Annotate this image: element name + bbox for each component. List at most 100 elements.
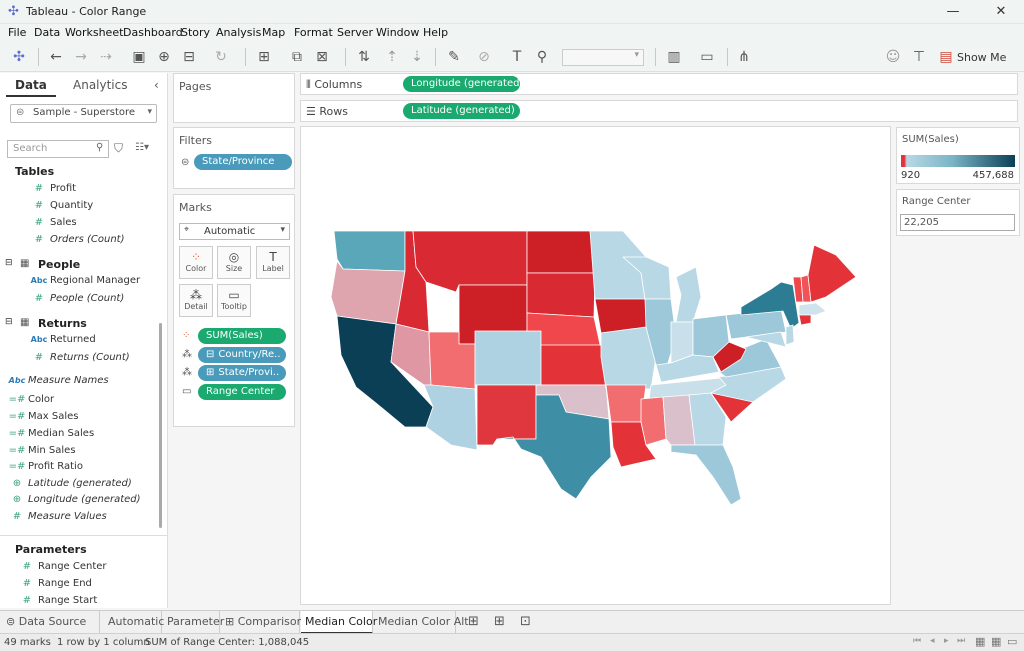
columns-shelf[interactable]: ⦀ Columns Longitude (generated) (300, 73, 1018, 95)
tab-median-color[interactable]: Median Color (301, 611, 377, 634)
share-icon[interactable]: ⋔ (735, 48, 753, 66)
param-range-center[interactable]: # Range Center (16, 561, 107, 572)
param-range-end[interactable]: # Range End (16, 578, 92, 589)
filter-pill-state[interactable]: State/Province (194, 154, 292, 170)
tableau-home-icon[interactable]: ✣ (10, 48, 28, 66)
menu-file[interactable]: File (8, 26, 26, 39)
sort-ascending-icon[interactable]: ⇡ (383, 48, 401, 66)
view-options-icon[interactable]: ☷▾ (135, 142, 149, 153)
collapse-returns-icon[interactable]: ⊟ (5, 317, 13, 327)
tab-data-source[interactable]: ⊜ Data Source (0, 611, 100, 634)
label-button[interactable]: T Label (256, 246, 290, 279)
param-range-start[interactable]: # Range Start (16, 595, 98, 606)
tooltip-button[interactable]: ▭ Tooltip (217, 284, 251, 317)
field-measure-values[interactable]: # Measure Values (6, 511, 107, 522)
fit-dropdown[interactable]: ▾ (562, 49, 644, 66)
tab-view-icon[interactable]: ▭ (1007, 635, 1017, 648)
field-returns-count[interactable]: # Returns (Count) (28, 352, 130, 363)
field-quantity[interactable]: # Quantity (28, 200, 93, 211)
filter-icon[interactable]: ⛉ (114, 141, 123, 156)
nav-last-icon[interactable]: ⏭ (957, 636, 965, 646)
field-median-sales[interactable]: =# Median Sales (6, 428, 95, 439)
field-longitude[interactable]: ⊕ Longitude (generated) (6, 494, 141, 505)
field-returned[interactable]: Abc Returned (28, 334, 96, 345)
save-icon[interactable]: ▣ (130, 48, 148, 66)
menu-dashboard[interactable]: Dashboard (123, 26, 183, 39)
new-datasource-icon[interactable]: ⊕ (155, 48, 173, 66)
field-profit[interactable]: # Profit (28, 183, 76, 194)
presentation-icon[interactable]: ▭ (698, 48, 716, 66)
field-regional-manager[interactable]: Abc Regional Manager (28, 275, 141, 286)
marks-pill-range-center[interactable]: Range Center (198, 384, 286, 400)
mark-type-select[interactable]: ⌖ Automatic ▾ (179, 223, 290, 240)
field-people-count[interactable]: # People (Count) (28, 293, 124, 304)
clear-sheet-icon[interactable]: ⊠ (313, 48, 331, 66)
search-input[interactable]: Search (7, 140, 109, 158)
tab-comparison[interactable]: ⊞ Comparison (221, 611, 304, 634)
marks-pill-state[interactable]: ⊞ State/Provi.. (198, 365, 286, 381)
field-profit-ratio[interactable]: =# Profit Ratio (6, 461, 83, 472)
replay-icon[interactable]: ⇢ (97, 48, 115, 66)
field-max-sales[interactable]: =# Max Sales (6, 411, 79, 422)
sorter-view-icon[interactable]: ▦ (991, 635, 1001, 648)
marks-pill-sum-sales[interactable]: SUM(Sales) (198, 328, 286, 344)
show-labels-icon[interactable]: T (508, 48, 526, 66)
presentation-mode-icon[interactable]: ⊤ (910, 48, 928, 66)
redo-icon[interactable]: → (72, 48, 90, 66)
field-color[interactable]: =# Color (6, 394, 55, 405)
field-sales[interactable]: # Sales (28, 217, 77, 228)
show-me-button[interactable]: Show Me (957, 51, 1006, 64)
menu-help[interactable]: Help (423, 26, 448, 39)
group-icon[interactable]: ⊘ (475, 48, 493, 66)
parameter-input[interactable]: 22,205 (900, 214, 1015, 231)
nav-next-icon[interactable]: ▸ (944, 636, 949, 646)
new-worksheet-tab-icon[interactable]: ⊞ (468, 614, 479, 629)
nav-first-icon[interactable]: ⏮ (913, 636, 921, 646)
swap-icon[interactable]: ⇅ (355, 48, 373, 66)
fix-axes-icon[interactable]: ⚲ (533, 48, 551, 66)
menu-format[interactable]: Format (294, 26, 333, 39)
menu-server[interactable]: Server (337, 26, 373, 39)
field-measure-names[interactable]: Abc Measure Names (6, 375, 109, 386)
new-story-tab-icon[interactable]: ⊡ (520, 614, 531, 629)
menu-data[interactable]: Data (34, 26, 60, 39)
tab-median-color-alt[interactable]: Median Color Alt (374, 611, 469, 634)
scrollbar[interactable] (159, 323, 162, 528)
tab-data[interactable]: Data (15, 78, 47, 92)
tab-parameter[interactable]: Parameter (163, 611, 224, 634)
show-cards-icon[interactable]: ▥ (665, 48, 683, 66)
ask-data-icon[interactable]: ☺ (884, 48, 902, 66)
refresh-icon[interactable]: ↻ (212, 48, 230, 66)
color-legend-card[interactable]: SUM(Sales) 920 457,688 (896, 127, 1020, 184)
close-button[interactable]: ✕ (978, 0, 1024, 24)
detail-button[interactable]: ⁂ Detail (179, 284, 213, 317)
rows-pill-latitude[interactable]: Latitude (generated) (403, 103, 520, 119)
menu-analysis[interactable]: Analysis (216, 26, 261, 39)
us-choropleth-map[interactable] (301, 127, 890, 604)
menu-worksheet[interactable]: Worksheet (65, 26, 123, 39)
map-view[interactable] (300, 126, 891, 605)
duplicate-icon[interactable]: ⧉ (288, 48, 306, 66)
tab-analytics[interactable]: Analytics (73, 78, 128, 92)
field-min-sales[interactable]: =# Min Sales (6, 445, 76, 456)
filmstrip-view-icon[interactable]: ▦ (975, 635, 985, 648)
columns-pill-longitude[interactable]: Longitude (generated) (403, 76, 520, 92)
tab-automatic[interactable]: Automatic (104, 611, 164, 634)
show-me-icon[interactable]: ▤ (937, 48, 955, 66)
field-latitude[interactable]: ⊕ Latitude (generated) (6, 478, 132, 489)
undo-icon[interactable]: ← (47, 48, 65, 66)
nav-prev-icon[interactable]: ◂ (930, 636, 935, 646)
color-button[interactable]: ⁘ Color (179, 246, 213, 279)
sort-descending-icon[interactable]: ⇣ (408, 48, 426, 66)
menu-window[interactable]: Window (376, 26, 419, 39)
collapse-pane-icon[interactable]: ‹ (154, 78, 159, 92)
marks-pill-country[interactable]: ⊟ Country/Re.. (198, 347, 286, 363)
datasource-select[interactable]: ⊜ Sample - Superstore ▾ (10, 104, 157, 123)
menu-map[interactable]: Map (262, 26, 285, 39)
size-button[interactable]: ◎ Size (217, 246, 251, 279)
rows-shelf[interactable]: ☰ Rows Latitude (generated) (300, 100, 1018, 122)
new-worksheet-icon[interactable]: ⊞ (255, 48, 273, 66)
field-orders-count[interactable]: # Orders (Count) (28, 234, 125, 245)
pause-updates-icon[interactable]: ⊟ (180, 48, 198, 66)
new-dashboard-tab-icon[interactable]: ⊞ (494, 614, 505, 629)
